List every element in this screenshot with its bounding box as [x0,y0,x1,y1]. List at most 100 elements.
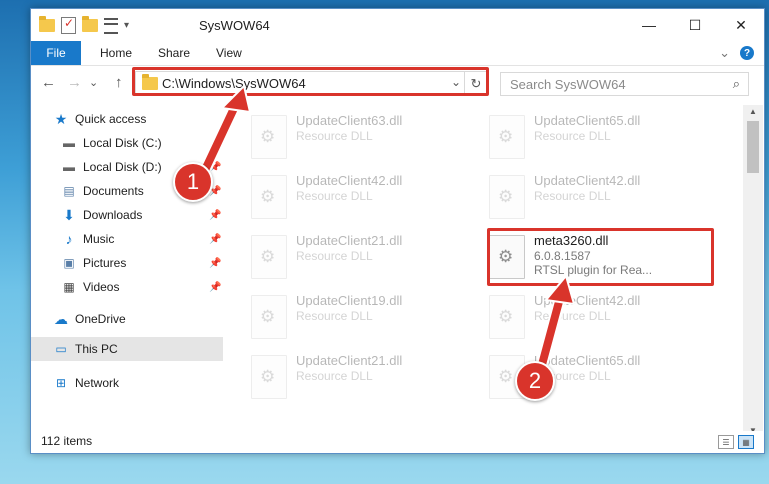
sidebar-item-label: Local Disk (C:) [83,136,162,150]
sidebar-item-label: Videos [83,280,120,294]
step-1-badge: 1 [173,162,213,202]
dll-file-icon [251,295,287,339]
sidebar-item-music[interactable]: ♪ Music 📌 [31,227,223,251]
caption-buttons: — ☐ ✕ [626,9,764,41]
file-name: UpdateClient42.dll [534,293,641,308]
sidebar-item-label: Network [75,376,120,390]
navigation-pane: ★ Quick access ▬ Local Disk (C:) ▬ Local… [31,105,223,425]
search-box[interactable]: Search SysWOW64 ⌕ [500,72,749,96]
window-title: SysWOW64 [199,18,270,33]
file-name: UpdateClient21.dll [296,233,403,248]
sidebar-item-videos[interactable]: ▦ Videos 📌 [31,275,223,299]
ribbon: File Home Share View ⌄ ? [31,41,764,66]
pin-icon[interactable]: 📌 [209,210,221,221]
scroll-thumb[interactable] [747,121,759,173]
file-item[interactable]: UpdateClient63.dll Resource DLL [223,107,443,163]
file-description: Resource DLL [296,129,373,143]
help-icon[interactable]: ? [740,46,754,60]
ribbon-controls: ⌄ ? [719,45,754,61]
dll-file-icon [251,235,287,279]
file-description: Resource DLL [296,309,373,323]
sidebar-item-network[interactable]: ⊞ Network [31,371,223,395]
dll-file-icon [251,355,287,399]
sidebar-item-pictures[interactable]: ▣ Pictures 📌 [31,251,223,275]
pin-icon[interactable]: 📌 [209,162,221,173]
view-options-icon[interactable] [104,17,118,34]
title-bar: ▾ SysWOW64 — ☐ ✕ [31,9,764,41]
maximize-button[interactable]: ☐ [672,9,718,41]
drive-icon: ▬ [63,136,75,150]
up-button[interactable]: ↑ [115,74,123,91]
search-icon[interactable]: ⌕ [733,76,740,92]
sidebar-item-label: Pictures [83,256,127,270]
sidebar-item-quick-access[interactable]: ★ Quick access [31,107,223,131]
forward-button[interactable]: → [67,74,82,91]
pin-icon[interactable]: 📌 [209,258,221,269]
file-highlight-box [487,228,714,286]
file-item[interactable]: UpdateClient21.dll Resource DLL [223,347,443,403]
music-icon: ♪ [65,231,73,247]
pin-icon[interactable]: 📌 [209,282,221,293]
file-item[interactable]: UpdateClient42.dll Resource DLL [461,287,681,343]
sidebar-item-label: OneDrive [75,312,126,326]
file-item[interactable]: UpdateClient21.dll Resource DLL [223,227,443,283]
file-name: UpdateClient21.dll [296,353,403,368]
download-icon: ⬇ [63,206,75,223]
sidebar-item-downloads[interactable]: ⬇ Downloads 📌 [31,203,223,227]
tiles-view-icon[interactable]: ▦ [738,435,754,449]
back-button[interactable]: ← [41,74,56,91]
drive-icon: ▬ [63,160,75,174]
customize-qat-icon[interactable]: ▾ [124,20,129,31]
file-item[interactable]: UpdateClient42.dll Resource DLL [461,167,681,223]
sidebar-item-this-pc[interactable]: ▭ This PC [31,337,223,361]
properties-icon[interactable] [61,16,76,34]
tab-view[interactable]: View [216,46,242,60]
folder-icon [39,16,55,32]
tab-home[interactable]: Home [100,46,132,60]
file-item[interactable]: UpdateClient65.dll Resource DLL [461,347,681,403]
network-icon: ⊞ [55,376,67,390]
scroll-up-icon[interactable]: ▲ [749,107,757,116]
step-2-badge: 2 [515,361,555,401]
tab-file[interactable]: File [31,41,81,65]
recent-locations-button[interactable]: ⌄ [89,76,98,89]
file-description: Resource DLL [534,189,611,203]
file-description: Resource DLL [296,189,373,203]
pin-icon[interactable]: 📌 [209,234,221,245]
file-description: Resource DLL [296,249,373,263]
pictures-icon: ▣ [63,256,75,270]
file-name: UpdateClient65.dll [534,353,641,368]
navigation-bar: ← → ⌄ ↑ C:\Windows\SysWOW64 ⌄ ↻ Search S… [31,66,764,100]
status-bar: 112 items ☰ ▦ [31,431,764,453]
expand-ribbon-icon[interactable]: ⌄ [719,45,730,61]
vertical-scrollbar[interactable]: ▲ ▼ [743,105,763,437]
file-description: Resource DLL [296,369,373,383]
sidebar-item-onedrive[interactable]: ☁ OneDrive [31,307,223,331]
new-folder-icon[interactable] [82,16,98,32]
details-view-icon[interactable]: ☰ [718,435,734,449]
dll-file-icon [251,115,287,159]
file-name: UpdateClient42.dll [534,173,641,188]
file-description: Resource DLL [534,309,611,323]
sidebar-item-label: Downloads [83,208,143,222]
documents-icon: ▤ [63,184,75,198]
sidebar-item-local-disk-c[interactable]: ▬ Local Disk (C:) [31,131,223,155]
cloud-icon: ☁ [54,310,68,327]
videos-icon: ▦ [63,280,75,294]
file-item[interactable]: UpdateClient19.dll Resource DLL [223,287,443,343]
file-item[interactable]: UpdateClient42.dll Resource DLL [223,167,443,223]
address-highlight-box [132,67,489,96]
sidebar-item-label: This PC [75,342,118,356]
file-item[interactable]: UpdateClient65.dll Resource DLL [461,107,681,163]
file-name: UpdateClient65.dll [534,113,641,128]
dll-file-icon [489,115,525,159]
star-icon: ★ [54,110,68,127]
file-name: UpdateClient42.dll [296,173,403,188]
close-button[interactable]: ✕ [718,9,764,41]
tab-share[interactable]: Share [158,46,190,60]
sidebar-item-label: Music [83,232,115,246]
view-toggle: ☰ ▦ [718,435,754,449]
minimize-button[interactable]: — [626,9,672,41]
file-description: Resource DLL [534,129,611,143]
file-name: UpdateClient63.dll [296,113,403,128]
